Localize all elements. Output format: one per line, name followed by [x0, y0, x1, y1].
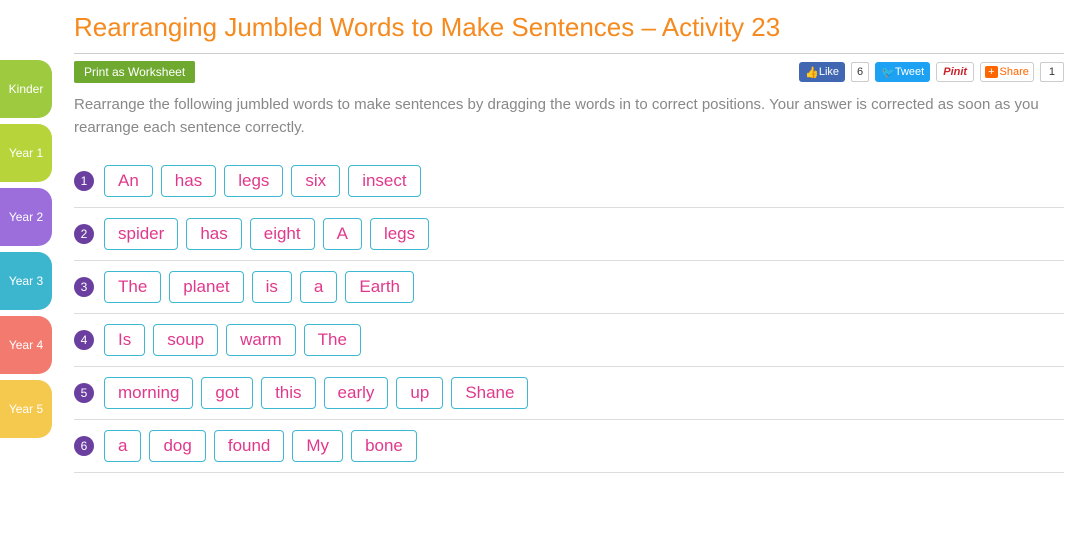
draggable-word[interactable]: legs: [224, 165, 283, 197]
question-number: 4: [74, 330, 94, 350]
share-button[interactable]: +Share: [980, 62, 1034, 82]
draggable-word[interactable]: insect: [348, 165, 420, 197]
draggable-word[interactable]: is: [252, 271, 292, 303]
word-container: adog foundMybone: [104, 430, 417, 462]
main-content: Rearranging Jumbled Words to Make Senten…: [74, 0, 1082, 473]
draggable-word[interactable]: warm: [226, 324, 296, 356]
question-row: 3 Theplanet isaEarth: [74, 261, 1064, 314]
question-row: 5 morninggotthis earlyupShane: [74, 367, 1064, 420]
draggable-word[interactable]: My: [292, 430, 343, 462]
share-plus-icon: +: [985, 66, 997, 78]
tweet-button[interactable]: 🐦 Tweet: [875, 62, 930, 82]
question-row: 1 Anhaslegssixinsect: [74, 155, 1064, 208]
question-number: 2: [74, 224, 94, 244]
draggable-word[interactable]: six: [291, 165, 340, 197]
draggable-word[interactable]: An: [104, 165, 153, 197]
year-tab-kinder[interactable]: Kinder: [0, 60, 52, 118]
year-tab-3[interactable]: Year 3: [0, 252, 52, 310]
year-tab-2[interactable]: Year 2: [0, 188, 52, 246]
questions-list: 1Anhaslegssixinsect2spiderhaseightAlegs3…: [74, 155, 1064, 473]
pinit-button[interactable]: Pinit: [936, 62, 974, 82]
draggable-word[interactable]: Is: [104, 324, 145, 356]
word-container: morninggotthis earlyupShane: [104, 377, 528, 409]
draggable-word[interactable]: a: [300, 271, 337, 303]
draggable-word[interactable]: The: [304, 324, 361, 356]
draggable-word[interactable]: planet: [169, 271, 243, 303]
draggable-word[interactable]: Earth: [345, 271, 414, 303]
facebook-like-button[interactable]: 👍 Like: [799, 62, 845, 82]
draggable-word[interactable]: a: [104, 430, 141, 462]
draggable-word[interactable]: has: [161, 165, 216, 197]
draggable-word[interactable]: A: [323, 218, 362, 250]
question-number: 5: [74, 383, 94, 403]
question-row: 4 IssoupwarmThe: [74, 314, 1064, 367]
share-label: Share: [1000, 66, 1029, 78]
draggable-word[interactable]: got: [201, 377, 253, 409]
share-count: 1: [1040, 62, 1064, 82]
draggable-word[interactable]: has: [186, 218, 241, 250]
draggable-word[interactable]: The: [104, 271, 161, 303]
question-number: 6: [74, 436, 94, 456]
draggable-word[interactable]: eight: [250, 218, 315, 250]
word-container: Anhaslegssixinsect: [104, 165, 421, 197]
word-container: Theplanet isaEarth: [104, 271, 414, 303]
word-container: spiderhas eightAlegs: [104, 218, 429, 250]
print-worksheet-button[interactable]: Print as Worksheet: [74, 61, 195, 83]
tweet-label: Tweet: [895, 66, 924, 78]
question-row: 2 spiderhas eightAlegs: [74, 208, 1064, 261]
draggable-word[interactable]: found: [214, 430, 285, 462]
divider: [74, 53, 1064, 54]
draggable-word[interactable]: this: [261, 377, 315, 409]
year-tab-5[interactable]: Year 5: [0, 380, 52, 438]
question-number: 3: [74, 277, 94, 297]
draggable-word[interactable]: bone: [351, 430, 417, 462]
year-tab-4[interactable]: Year 4: [0, 316, 52, 374]
question-row: 6adog foundMybone: [74, 420, 1064, 473]
draggable-word[interactable]: dog: [149, 430, 205, 462]
draggable-word[interactable]: early: [324, 377, 389, 409]
toolbar: Print as Worksheet 👍 Like 6 🐦 Tweet Pini…: [74, 58, 1064, 86]
draggable-word[interactable]: legs: [370, 218, 429, 250]
year-sidebar: Kinder Year 1 Year 2 Year 3 Year 4 Year …: [0, 60, 52, 444]
instructions-text: Rearrange the following jumbled words to…: [74, 94, 1064, 139]
draggable-word[interactable]: soup: [153, 324, 218, 356]
page-title: Rearranging Jumbled Words to Make Senten…: [74, 0, 1064, 53]
draggable-word[interactable]: Shane: [451, 377, 528, 409]
question-number: 1: [74, 171, 94, 191]
year-tab-1[interactable]: Year 1: [0, 124, 52, 182]
draggable-word[interactable]: morning: [104, 377, 193, 409]
social-buttons: 👍 Like 6 🐦 Tweet Pinit +Share 1: [799, 62, 1064, 82]
fb-like-label: Like: [819, 66, 839, 78]
draggable-word[interactable]: up: [396, 377, 443, 409]
draggable-word[interactable]: spider: [104, 218, 178, 250]
facebook-like-count: 6: [851, 62, 869, 82]
word-container: IssoupwarmThe: [104, 324, 361, 356]
